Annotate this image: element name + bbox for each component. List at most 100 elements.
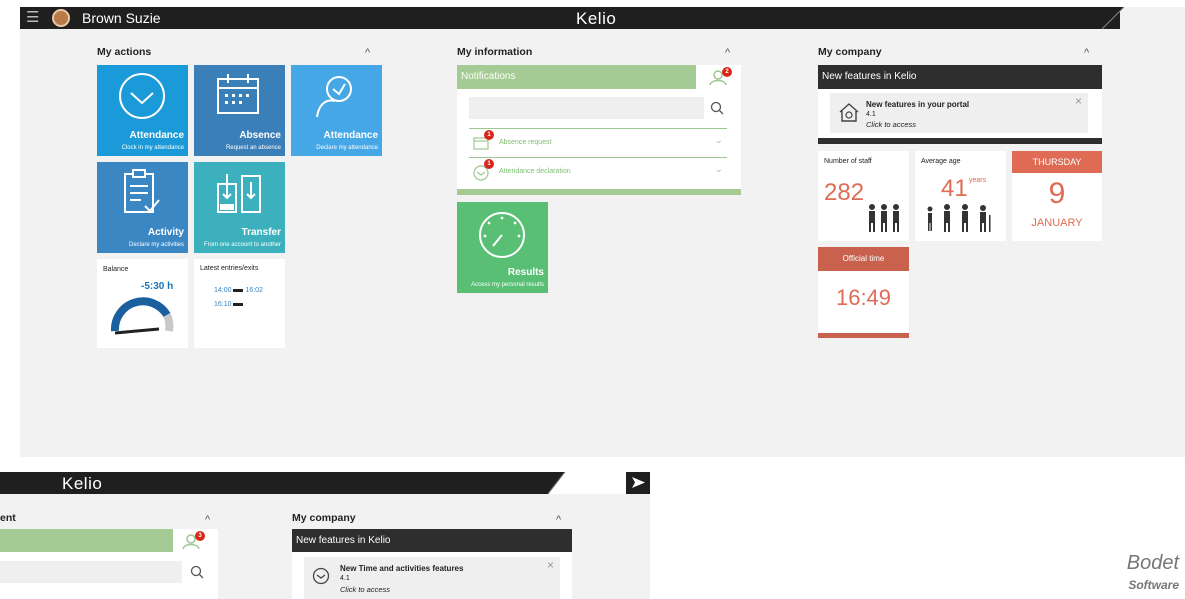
chevron-down-icon[interactable]: ⌄ — [715, 164, 723, 175]
kelio-background-window: Kelio ent ^ 3 My company ^ New features … — [0, 472, 650, 599]
latest-entries-label: Latest entries/exits — [200, 265, 259, 272]
balance-widget[interactable]: Balance -5:30 h — [97, 259, 188, 348]
notifications-panel: 1 Absence request ⌄ 1 Attendance declara… — [457, 89, 741, 189]
age-label: Average age — [921, 158, 961, 165]
logout-icon[interactable] — [632, 477, 645, 488]
notification-row-label: Absence request — [499, 139, 552, 146]
notification-row[interactable]: 1 Absence request ⌄ — [469, 128, 727, 156]
tile-sublabel: Access my personal results — [470, 282, 544, 288]
notification-row-label: Attendance declaration — [499, 168, 571, 175]
date-day: 9 — [1048, 177, 1066, 210]
notification-badge: 2 — [722, 67, 732, 77]
entry-in-time: 16:10 — [214, 301, 232, 308]
chevron-down-icon[interactable]: ⌄ — [715, 135, 723, 146]
news-card[interactable]: New Time and activities features 4.1 Cli… — [304, 557, 560, 599]
calendar-icon — [217, 74, 259, 114]
notifications-icon-box[interactable]: 3 — [173, 529, 218, 552]
top-bar: Kelio — [0, 472, 565, 494]
tile-label: Attendance — [129, 130, 184, 141]
tile-label: Results — [507, 267, 544, 278]
news-card[interactable]: New features in your portal 4.1 Click to… — [830, 93, 1088, 133]
clipboard-icon — [124, 169, 160, 213]
my-company-collapse-icon[interactable]: ^ — [1084, 47, 1089, 59]
date-weekday: THURSDAY — [1012, 151, 1102, 173]
my-actions-collapse-icon[interactable]: ^ — [365, 47, 370, 59]
kelio-main-window: ☰ Brown Suzie Kelio My actions ^ Attenda… — [20, 7, 1185, 457]
company-news-header-text: New features in Kelio — [822, 71, 917, 82]
tile-sublabel: Request an absence — [225, 145, 281, 151]
clock-icon — [312, 567, 330, 585]
kelio-logo: Kelio — [576, 9, 617, 28]
search-input[interactable] — [0, 561, 182, 583]
balance-label: Balance — [103, 266, 129, 273]
entry-row-2: 16:10 — [214, 301, 244, 308]
topbar-slant-edge — [1102, 7, 1125, 29]
notifications-search-input[interactable] — [469, 97, 704, 119]
company-news-header: New features in Kelio — [818, 65, 1102, 89]
company-news-header-text: New features in Kelio — [296, 535, 391, 546]
activity-tile[interactable]: Activity Declare my activities — [97, 162, 188, 253]
transfer-icon — [217, 174, 261, 213]
news-version: 4.1 — [340, 575, 350, 582]
official-time-label: Official time — [818, 247, 909, 271]
kelio-logo: Kelio — [62, 474, 103, 493]
notification-badge: 1 — [484, 130, 494, 140]
results-tile[interactable]: Results Access my personal results — [457, 202, 548, 293]
notification-row[interactable]: 1 Attendance declaration ⌄ — [469, 157, 727, 185]
news-title: New features in your portal — [866, 100, 970, 109]
user-name[interactable]: Brown Suzie — [82, 10, 161, 26]
staff-count-widget: Number of staff 282 — [818, 151, 909, 241]
close-icon[interactable]: × — [1075, 94, 1082, 108]
notifications-header[interactable]: 3 — [0, 529, 218, 552]
attendance-declare-tile[interactable]: Attendance Declare my attendance — [291, 65, 382, 156]
balance-gauge-icon — [110, 297, 174, 335]
tile-label: Transfer — [241, 227, 281, 238]
staff-value: 282 — [824, 179, 865, 206]
notifications-header[interactable]: Notifications 2 — [457, 65, 741, 89]
bodet-logo: Bodet — [1126, 552, 1179, 574]
news-cta: Click to access — [866, 120, 917, 129]
latest-entries-widget[interactable]: Latest entries/exits 14:00 16:02 16:10 — [194, 259, 285, 348]
company-news-panel: New features in your portal 4.1 Click to… — [818, 89, 1102, 138]
my-information-collapse-icon[interactable]: ^ — [725, 47, 730, 59]
company-news-header: New features in Kelio — [292, 529, 572, 552]
official-time-widget: Official time 16:49 — [818, 247, 909, 338]
entry-out-time: 16:02 — [245, 287, 263, 294]
search-icon[interactable] — [710, 101, 724, 115]
news-title: New Time and activities features — [340, 564, 464, 573]
notification-badge: 1 — [484, 159, 494, 169]
avatar[interactable] — [52, 9, 70, 27]
date-widget: THURSDAY 9 JANUARY — [1012, 151, 1102, 241]
age-unit: years — [969, 177, 987, 184]
attendance-clock-tile[interactable]: Attendance Clock in my attendance — [97, 65, 188, 156]
my-company-collapse-icon[interactable]: ^ — [556, 514, 561, 526]
official-time-footer — [818, 333, 909, 338]
news-version: 4.1 — [866, 111, 876, 118]
entry-row-1: 14:00 16:02 — [214, 287, 263, 294]
entry-in-time: 14:00 — [214, 287, 232, 294]
entry-dash — [233, 288, 244, 292]
person-clock-icon — [316, 76, 352, 118]
notifications-label: Notifications — [461, 71, 516, 82]
hamburger-menu-icon[interactable]: ☰ — [26, 10, 39, 26]
entry-dash — [233, 302, 244, 306]
tile-label: Activity — [147, 227, 184, 238]
official-time-value: 16:49 — [835, 285, 892, 310]
my-company-title: My company — [818, 46, 882, 58]
search-icon[interactable] — [190, 565, 204, 579]
section-collapse-icon[interactable]: ^ — [205, 514, 210, 526]
tile-sublabel: Declare my activities — [128, 242, 184, 248]
company-news-footer-bar — [818, 138, 1102, 144]
news-cta: Click to access — [340, 585, 391, 594]
transfer-tile[interactable]: Transfer From one account to another — [194, 162, 285, 253]
partial-section-title: ent — [0, 512, 16, 524]
notifications-icon-box[interactable]: 2 — [696, 65, 741, 89]
age-value: 41 — [941, 175, 968, 202]
tile-label: Attendance — [323, 130, 378, 141]
my-company-title: My company — [292, 512, 356, 524]
absence-tile[interactable]: Absence Request an absence — [194, 65, 285, 156]
close-icon[interactable]: × — [547, 558, 554, 572]
my-information-title: My information — [457, 46, 533, 58]
my-actions-title: My actions — [97, 46, 152, 58]
balance-value: -5:30 h — [141, 281, 174, 292]
